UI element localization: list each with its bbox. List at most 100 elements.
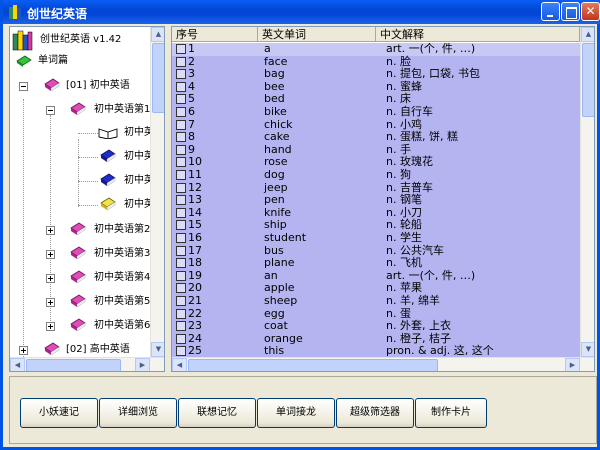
collapse-icon[interactable] <box>46 106 55 115</box>
row-checkbox[interactable] <box>176 270 186 281</box>
column-header-meaning[interactable]: 中文解释 <box>376 27 580 42</box>
tree-horizontal-scrollbar[interactable]: ◀ ▶ <box>10 357 164 371</box>
course-tree[interactable]: 创世纪英语 v1.42 单词篇 [01] 初中英语 初中英语第1册 初中英 初中… <box>9 26 165 372</box>
table-row[interactable]: 10 rose n. 玫瑰花 <box>172 156 580 169</box>
table-row[interactable]: 8 cake n. 蛋糕, 饼, 糕 <box>172 131 580 144</box>
table-row[interactable]: 5 bed n. 床 <box>172 93 580 106</box>
tree-lesson-4[interactable]: 初中英 <box>10 196 160 214</box>
scroll-left-icon[interactable]: ◀ <box>10 358 25 371</box>
row-checkbox[interactable] <box>176 346 186 357</box>
column-header-word[interactable]: 英文单词 <box>258 27 376 42</box>
tree-node-book5[interactable]: 初中英语第5册 <box>10 293 160 311</box>
row-checkbox[interactable] <box>176 170 186 180</box>
row-checkbox[interactable] <box>176 233 186 243</box>
row-checkbox[interactable] <box>176 220 186 231</box>
row-checkbox[interactable] <box>176 81 186 92</box>
row-checkbox[interactable] <box>176 107 186 117</box>
tree-lesson-3[interactable]: 初中英 <box>10 172 160 190</box>
tree-node-book6[interactable]: 初中英语第6册 <box>10 317 160 335</box>
word-list[interactable]: 序号 英文单词 中文解释 1 a art. 一(个, 件, …) 2 face n. 脸3… <box>171 26 595 372</box>
association-memory-button[interactable]: 联想记忆 <box>178 398 256 428</box>
table-row[interactable]: 16 student n. 学生 <box>172 232 580 245</box>
table-row[interactable]: 19 an art. 一(个, 件, …) <box>172 269 580 283</box>
maximize-button[interactable] <box>561 2 580 21</box>
table-row[interactable]: 11 dog n. 狗 <box>172 169 580 182</box>
scroll-up-icon[interactable]: ▲ <box>581 27 594 42</box>
row-checkbox[interactable] <box>176 69 186 80</box>
table-row[interactable]: 2 face n. 脸 <box>172 55 580 69</box>
scroll-thumb[interactable] <box>152 43 164 113</box>
row-checkbox[interactable] <box>176 182 186 193</box>
scroll-right-icon[interactable]: ▶ <box>135 358 150 371</box>
expand-icon[interactable] <box>46 298 55 307</box>
row-checkbox[interactable] <box>176 258 186 269</box>
table-row[interactable]: 1 a art. 一(个, 件, …) <box>172 43 580 56</box>
tree-lesson-1[interactable]: 初中英 <box>10 124 160 142</box>
table-row[interactable]: 17 bus n. 公共汽车 <box>172 244 580 258</box>
row-checkbox[interactable] <box>176 144 186 155</box>
row-checkbox[interactable] <box>176 44 186 54</box>
scroll-thumb[interactable] <box>582 43 594 117</box>
column-header-index[interactable]: 序号 <box>172 27 258 42</box>
scroll-thumb[interactable] <box>26 359 121 371</box>
table-row[interactable]: 9 hand n. 手 <box>172 143 580 157</box>
tree-section[interactable]: 单词篇 <box>10 52 150 70</box>
row-checkbox[interactable] <box>176 56 186 67</box>
row-checkbox[interactable] <box>176 157 186 168</box>
quick-memorize-button[interactable]: 小妖速记 <box>20 398 98 428</box>
table-row[interactable]: 13 pen n. 钢笔 <box>172 194 580 207</box>
row-checkbox[interactable] <box>176 308 186 319</box>
table-row[interactable]: 22 egg n. 蛋 <box>172 307 580 321</box>
row-checkbox[interactable] <box>176 245 186 256</box>
row-checkbox[interactable] <box>176 333 186 344</box>
detailed-browse-button[interactable]: 详细浏览 <box>99 398 177 428</box>
table-row[interactable]: 4 bee n. 蜜蜂 <box>172 80 580 94</box>
table-row[interactable]: 20 apple n. 苹果 <box>172 282 580 295</box>
super-filter-button[interactable]: 超级筛选器 <box>336 398 414 428</box>
tree-lesson-2[interactable]: 初中英 <box>10 148 160 166</box>
expand-icon[interactable] <box>19 346 28 355</box>
row-checkbox[interactable] <box>176 94 186 105</box>
minimize-button[interactable] <box>541 2 560 21</box>
row-checkbox[interactable] <box>176 132 186 143</box>
make-card-button[interactable]: 制作卡片 <box>415 398 487 428</box>
tree-node-book1[interactable]: 初中英语第1册 <box>10 101 160 119</box>
table-row[interactable]: 21 sheep n. 羊, 绵羊 <box>172 295 580 308</box>
tree-vertical-scrollbar[interactable]: ▲ ▼ <box>150 27 164 357</box>
tree-node-book3[interactable]: 初中英语第3册 <box>10 245 160 263</box>
scroll-thumb[interactable] <box>188 359 438 371</box>
tree-node-book2[interactable]: 初中英语第2册 <box>10 221 160 239</box>
row-checkbox[interactable] <box>176 296 186 306</box>
row-checkbox[interactable] <box>176 119 186 130</box>
list-vertical-scrollbar[interactable]: ▲ ▼ <box>580 27 594 357</box>
scroll-down-icon[interactable]: ▼ <box>581 342 594 357</box>
row-checkbox[interactable] <box>176 321 186 332</box>
table-row[interactable]: 7 chick n. 小鸡 <box>172 118 580 132</box>
list-horizontal-scrollbar[interactable]: ◀ ▶ <box>172 357 594 371</box>
table-row[interactable]: 23 coat n. 外套, 上衣 <box>172 320 580 333</box>
row-checkbox[interactable] <box>176 195 186 206</box>
expand-icon[interactable] <box>46 226 55 235</box>
table-row[interactable]: 6 bike n. 自行车 <box>172 106 580 119</box>
word-chain-button[interactable]: 单词接龙 <box>257 398 335 428</box>
row-checkbox[interactable] <box>176 283 186 294</box>
scroll-up-icon[interactable]: ▲ <box>151 27 164 42</box>
scroll-down-icon[interactable]: ▼ <box>151 342 164 357</box>
tree-node-book4[interactable]: 初中英语第4册 <box>10 269 160 287</box>
table-row[interactable]: 3 bag n. 提包, 口袋, 书包 <box>172 68 580 81</box>
close-button[interactable]: ✕ <box>581 2 600 21</box>
row-checkbox[interactable] <box>176 207 186 218</box>
tree-node-junior[interactable]: [01] 初中英语 <box>10 77 160 95</box>
expand-icon[interactable] <box>46 322 55 331</box>
table-row[interactable]: 12 jeep n. 吉普车 <box>172 181 580 195</box>
table-row[interactable]: 14 knife n. 小刀 <box>172 206 580 220</box>
table-row[interactable]: 15 ship n. 轮船 <box>172 219 580 232</box>
expand-icon[interactable] <box>46 274 55 283</box>
expand-icon[interactable] <box>46 250 55 259</box>
tree-root[interactable]: 创世纪英语 v1.42 <box>10 30 150 51</box>
scroll-right-icon[interactable]: ▶ <box>565 358 580 371</box>
scroll-left-icon[interactable]: ◀ <box>172 358 187 371</box>
collapse-icon[interactable] <box>19 82 28 91</box>
table-row[interactable]: 24 orange n. 橙子, 桔子 <box>172 332 580 346</box>
table-row[interactable]: 18 plane n. 飞机 <box>172 257 580 270</box>
